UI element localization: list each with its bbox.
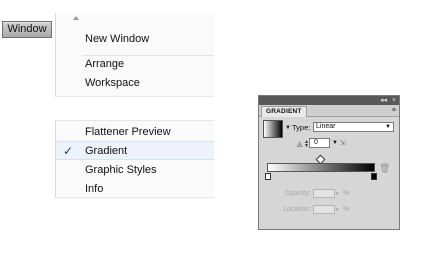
opacity-input[interactable] [313,189,335,198]
checkmark-icon: ✓ [63,144,74,158]
gradient-panel: ◂◂ × GRADIENT ≡ ▼ Type: Linear ▼ ◬ ▲ ▼ 0 … [258,95,400,230]
window-menu-button[interactable]: Window [2,21,52,38]
gradient-slider[interactable] [267,163,375,172]
opacity-percent: % [343,190,350,197]
close-icon[interactable]: × [392,96,396,105]
panel-tabbar: GRADIENT ≡ [259,105,399,117]
opacity-dropdown-icon[interactable]: ▸ [336,190,339,197]
type-select-value: Linear [316,123,336,130]
tab-gradient[interactable]: GRADIENT [261,106,307,117]
angle-dropdown-icon[interactable]: ▼ [332,140,338,146]
menu-item-flattener-preview[interactable]: Flattener Preview [56,123,214,142]
trash-icon[interactable]: 🗑 [379,163,390,174]
menu-item-new-window[interactable]: New Window [56,30,214,49]
menu-item-label: Gradient [85,145,128,157]
angle-input[interactable]: 0 [309,138,330,148]
menu-item-gradient[interactable]: ✓ Gradient [56,141,214,160]
chevron-down-icon: ▼ [385,124,391,130]
panel-menu-icon[interactable]: ≡ [392,106,396,115]
gradient-stop-black[interactable] [371,173,377,180]
menu-item-workspace[interactable]: Workspace [56,74,214,93]
swatch-dropdown-arrow-icon[interactable]: ▼ [285,125,291,131]
window-menu-top: New Window Arrange Workspace [55,13,214,97]
aspect-ratio-icon[interactable]: ⇲ [339,138,351,147]
scroll-up-arrow-icon[interactable] [73,16,79,20]
location-percent: % [343,206,350,213]
gradient-type-select[interactable]: Linear ▼ [313,122,394,132]
type-label: Type: [292,123,311,132]
collapse-icon[interactable]: ◂◂ [380,96,387,105]
location-label: Location: [283,206,312,213]
opacity-label: Opacity: [285,190,311,197]
gradient-stop-white[interactable] [265,173,271,180]
menu-item-arrange[interactable]: Arrange [56,55,214,74]
location-input[interactable] [313,205,335,214]
menu-item-graphic-styles[interactable]: Graphic Styles [56,161,214,180]
window-menu-bottom: Flattener Preview ✓ Gradient Graphic Sty… [55,120,214,198]
gradient-preview-swatch[interactable] [263,120,283,138]
panel-titlebar[interactable]: ◂◂ × [259,96,399,105]
location-dropdown-icon[interactable]: ▸ [336,206,339,213]
menu-item-info[interactable]: Info [56,180,214,199]
angle-value: 0 [314,139,318,146]
angle-icon: ◬ [297,141,303,148]
